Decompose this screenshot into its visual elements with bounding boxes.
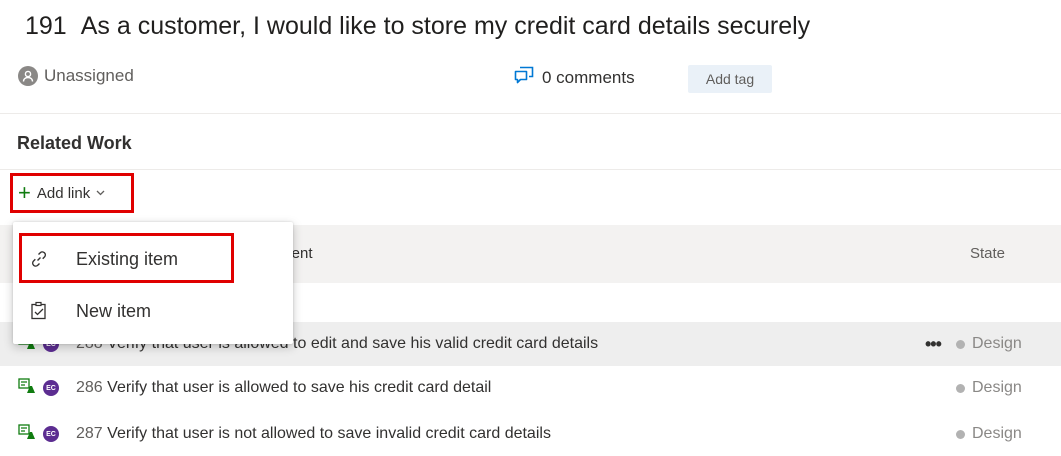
divider (0, 169, 1061, 170)
owner-avatar: EC (43, 426, 59, 442)
column-header-state[interactable]: State (970, 245, 1005, 262)
table-row[interactable]: EC 287 Verify that user is not allowed t… (0, 412, 1061, 456)
menu-item-new-item[interactable]: New item (13, 287, 293, 335)
work-item-id: 191 (25, 12, 67, 40)
row-id: 286 (76, 379, 103, 396)
menu-item-label: New item (76, 300, 152, 321)
state-dot-icon (956, 339, 965, 349)
row-id: 287 (76, 425, 103, 442)
plus-icon: + (18, 180, 31, 205)
row-state: Design (972, 335, 1022, 352)
work-item-title: 191 As a customer, I would like to store … (25, 12, 810, 41)
more-actions-icon[interactable]: ••• (925, 334, 942, 355)
row-state: Design (972, 379, 1022, 396)
assignee-label: Unassigned (44, 66, 134, 85)
owner-avatar: EC (43, 380, 59, 396)
related-work-heading: Related Work (17, 133, 132, 153)
divider (0, 113, 1061, 114)
state-dot-icon (956, 429, 965, 439)
table-row[interactable]: EC 286 Verify that user is allowed to sa… (0, 366, 1061, 410)
comments-count: 0 comments (542, 67, 635, 87)
row-state: Design (972, 425, 1022, 442)
chevron-down-icon (96, 187, 105, 199)
row-title[interactable]: Verify that user is allowed to save his … (107, 379, 491, 396)
add-link-label: Add link (36, 184, 91, 202)
work-item-title-text[interactable]: As a customer, I would like to store my … (81, 12, 810, 40)
comments-link[interactable]: 0 comments (514, 66, 635, 89)
unassigned-avatar-icon (18, 66, 38, 86)
add-link-button[interactable]: + Add link (10, 173, 134, 213)
row-title[interactable]: Verify that user is not allowed to save … (107, 425, 551, 442)
existing-item-highlight (19, 233, 234, 283)
comments-icon (514, 66, 534, 89)
state-dot-icon (956, 383, 965, 393)
add-tag-button[interactable]: Add tag (688, 65, 772, 93)
assignee-picker[interactable]: Unassigned (18, 66, 134, 86)
test-case-icon (18, 377, 36, 400)
test-case-icon (18, 423, 36, 446)
new-item-icon (29, 301, 49, 321)
